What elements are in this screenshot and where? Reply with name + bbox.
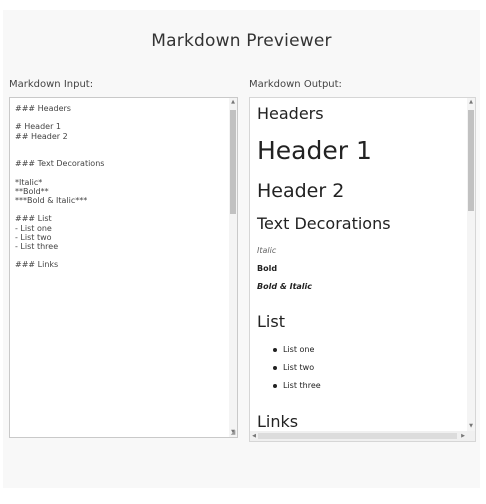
output-scroll-thumb[interactable]	[468, 110, 474, 211]
preview-links-heading: Links	[257, 412, 299, 431]
bullet-icon	[273, 366, 277, 370]
preview-header-2: Header 2	[257, 180, 345, 202]
markdown-input-label: Markdown Input:	[9, 79, 94, 90]
output-hscroll-thumb[interactable]	[258, 433, 457, 439]
resize-grip-icon[interactable]: ◢	[230, 430, 236, 436]
preview-list: List one List two List three	[273, 345, 321, 399]
bullet-icon	[273, 384, 277, 388]
input-vertical-scrollbar[interactable]: ▲ ▼	[229, 98, 237, 437]
output-vertical-scrollbar[interactable]: ▲ ▼	[467, 98, 475, 431]
markdown-input-textarea[interactable]: ### Headers # Header 1 ## Header 2 ### T…	[9, 97, 238, 438]
list-item: List three	[273, 381, 321, 399]
list-item: List one	[273, 345, 321, 363]
preview-text-decorations-heading: Text Decorations	[257, 214, 391, 233]
page-title: Markdown Previewer	[151, 31, 332, 51]
input-scroll-thumb[interactable]	[230, 110, 236, 214]
output-scroll-right-icon[interactable]: ▶	[459, 431, 467, 441]
output-scroll-left-icon[interactable]: ◀	[250, 431, 258, 441]
output-horizontal-scrollbar[interactable]: ◀ ▶	[250, 431, 467, 441]
preview-bold-text: Bold	[257, 264, 278, 273]
preview-headers-heading: Headers	[257, 104, 324, 123]
output-scroll-up-icon[interactable]: ▲	[467, 98, 475, 107]
list-item: List two	[273, 363, 321, 381]
preview-italic-text: Italic	[257, 246, 277, 255]
markdown-previewer-app: Markdown Previewer Markdown Input: Markd…	[3, 10, 480, 488]
markdown-input-text[interactable]: ### Headers # Header 1 ## Header 2 ### T…	[15, 104, 225, 270]
bullet-icon	[273, 348, 277, 352]
input-scroll-up-icon[interactable]: ▲	[229, 98, 237, 107]
list-item-label: List two	[283, 363, 315, 372]
preview-bold-italic-text: Bold & Italic	[257, 282, 313, 291]
markdown-output-preview: Headers Header 1 Header 2 Text Decoratio…	[249, 97, 476, 442]
preview-header-1: Header 1	[257, 136, 372, 165]
markdown-output-label: Markdown Output:	[249, 79, 342, 90]
output-scroll-down-icon[interactable]: ▼	[467, 422, 475, 431]
scrollbar-corner	[467, 431, 475, 441]
list-item-label: List one	[283, 345, 315, 354]
preview-list-heading: List	[257, 312, 285, 331]
list-item-label: List three	[283, 381, 321, 390]
